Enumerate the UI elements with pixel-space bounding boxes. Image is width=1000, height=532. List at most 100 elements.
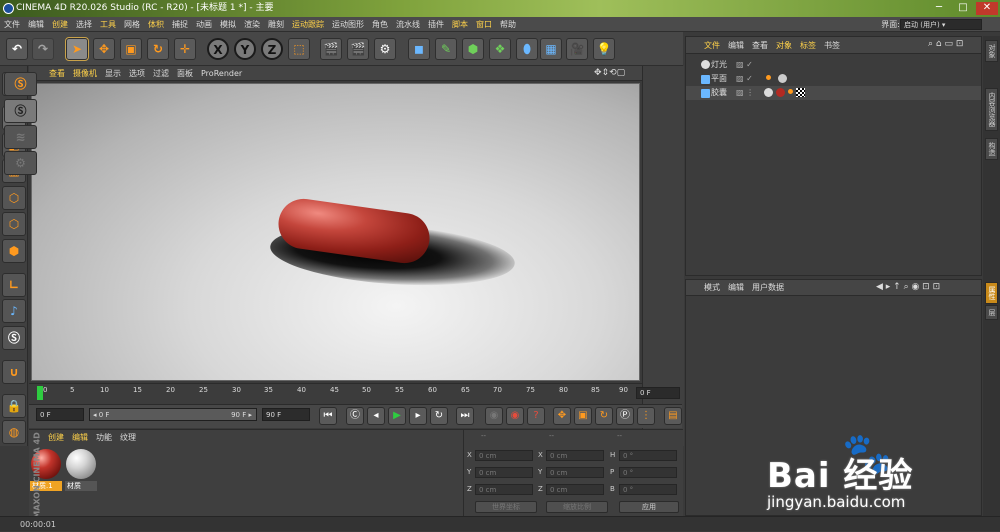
menu-create[interactable]: 创建 — [48, 17, 72, 32]
render-picture-viewer-icon[interactable]: 🎬 — [347, 38, 369, 60]
previous-frame-icon[interactable]: ◂ — [367, 407, 385, 425]
object-row-plane[interactable]: 平面 ▨ ✓ — [686, 72, 981, 86]
light-bulb-icon[interactable]: 💡 — [593, 38, 615, 60]
menu-snap[interactable]: 捕捉 — [168, 17, 192, 32]
key-point-level-icon[interactable]: ⋮ — [637, 407, 655, 425]
menu-help[interactable]: 帮助 — [496, 17, 520, 32]
rotation-b-field[interactable]: 0 ° — [619, 484, 677, 495]
menu-render[interactable]: 渲染 — [240, 17, 264, 32]
tab-content-browser[interactable]: 内容浏览器 — [985, 88, 998, 131]
key-parameter-icon[interactable]: Ⓟ — [616, 407, 634, 425]
polygons-mode-icon[interactable]: ⬢ — [2, 239, 26, 263]
size-y-field[interactable]: 0 cm — [546, 467, 604, 478]
selection-solo-icon[interactable]: ⚙ — [4, 151, 37, 175]
coordinate-system-icon[interactable]: ⬚ — [288, 38, 310, 60]
material-menu-edit[interactable]: 编辑 — [68, 431, 92, 444]
floor-icon[interactable]: ▦ — [540, 38, 562, 60]
key-scale-icon[interactable]: ▣ — [574, 407, 592, 425]
start-frame-field[interactable]: 0 F — [36, 408, 84, 421]
go-to-end-icon[interactable]: ⏭ — [456, 407, 474, 425]
material-tag-icon[interactable] — [776, 88, 785, 97]
apply-button[interactable]: 应用 — [619, 501, 679, 513]
objects-menu-tags[interactable]: 标签 — [796, 37, 820, 54]
solo-off-icon[interactable]: ≋ — [4, 125, 37, 149]
material-label[interactable]: 材质 — [65, 481, 97, 491]
layout-select[interactable]: 启动 (用户) ▾ — [900, 19, 982, 30]
objects-menu-view[interactable]: 查看 — [748, 37, 772, 54]
menu-simulate[interactable]: 模拟 — [216, 17, 240, 32]
current-frame-field[interactable]: 0 F — [636, 387, 680, 399]
material-tag-icon[interactable] — [764, 88, 773, 97]
viewport-menu-display[interactable]: 显示 — [101, 66, 125, 81]
tab-objects[interactable]: 对象 — [985, 40, 998, 62]
previous-key-icon[interactable]: Ⓒ — [346, 407, 364, 425]
viewport-menu-camera[interactable]: 摄像机 — [69, 66, 101, 81]
keyframe-selection-icon[interactable]: ? — [527, 407, 545, 425]
size-x-field[interactable]: 0 cm — [546, 450, 604, 461]
tab-layers[interactable]: 层 — [985, 305, 998, 320]
attribute-nav-icons[interactable]: ◀ ▸ ↑ ⌕ ◉ ⊡ ⊡ — [876, 282, 940, 292]
deformer-icon[interactable]: ⬮ — [516, 38, 538, 60]
recent-tool-icon[interactable]: ✛ — [174, 38, 196, 60]
undo-button[interactable]: ↶ — [6, 38, 28, 60]
minimize-button[interactable]: ─ — [928, 2, 950, 15]
size-z-field[interactable]: 0 cm — [546, 484, 604, 495]
visibility-toggle-icon[interactable]: ▨ ✓ — [736, 72, 753, 86]
rotation-h-field[interactable]: 0 ° — [619, 450, 677, 461]
menu-mograph[interactable]: 运动图形 — [328, 17, 368, 32]
edges-mode-icon[interactable]: ⬡ — [2, 212, 26, 236]
record-keys-icon[interactable]: ◉ — [485, 407, 503, 425]
snap-magnet-icon[interactable]: ∪ — [2, 360, 26, 384]
cube-object-icon[interactable]: ◼ — [408, 38, 430, 60]
scale-tool-icon[interactable]: ▣ — [120, 38, 142, 60]
attr-menu-user-data[interactable]: 用户数据 — [748, 280, 788, 296]
menu-plugins[interactable]: 插件 — [424, 17, 448, 32]
object-row-capsule[interactable]: 胶囊 ▨ ⋮ — [686, 86, 981, 100]
object-name[interactable]: 灯光 — [711, 58, 727, 72]
array-icon[interactable]: ❖ — [489, 38, 511, 60]
next-key-icon[interactable]: ↻ — [430, 407, 448, 425]
menu-tools[interactable]: 工具 — [96, 17, 120, 32]
solo-object-icon[interactable]: Ⓢ — [4, 72, 37, 96]
menu-script[interactable]: 脚本 — [448, 17, 472, 32]
axis-mode-icon[interactable]: ∟ — [2, 273, 26, 297]
menu-file[interactable]: 文件 — [0, 17, 24, 32]
solo-mode-icon[interactable]: Ⓢ — [2, 326, 26, 350]
object-manager-tools-icon[interactable]: ⌕ ⌂ ▭ ⊡ — [928, 39, 963, 49]
visibility-toggle-icon[interactable]: ▨ ✓ — [736, 58, 753, 72]
tab-structure[interactable]: 构造 — [985, 138, 998, 160]
camera-icon[interactable]: 🎥 — [566, 38, 588, 60]
next-frame-icon[interactable]: ▸ — [409, 407, 427, 425]
position-y-field[interactable]: 0 cm — [475, 467, 533, 478]
z-axis-lock-button[interactable]: Z — [261, 38, 283, 60]
material-menu-create[interactable]: 创建 — [44, 431, 68, 444]
close-button[interactable]: ✕ — [976, 2, 998, 15]
menu-mesh[interactable]: 网格 — [120, 17, 144, 32]
position-z-field[interactable]: 0 cm — [475, 484, 533, 495]
visibility-toggle-icon[interactable]: ▨ ⋮ — [736, 86, 754, 100]
menu-edit[interactable]: 编辑 — [24, 17, 48, 32]
points-mode-icon[interactable]: ⬡ — [2, 186, 26, 210]
render-view-icon[interactable]: 🎬 — [320, 38, 342, 60]
redo-button[interactable]: ↷ — [32, 38, 54, 60]
tab-attributes[interactable]: 属性 — [985, 282, 998, 304]
attr-menu-edit[interactable]: 编辑 — [724, 280, 748, 296]
select-arrow-icon[interactable]: ➤ — [65, 37, 89, 61]
menu-animate[interactable]: 动画 — [192, 17, 216, 32]
preview-range-slider[interactable]: ◂ 0 F 90 F ▸ — [89, 408, 257, 421]
viewport-menu-options[interactable]: 选项 — [125, 66, 149, 81]
subdivision-icon[interactable]: ⬢ — [462, 38, 484, 60]
solo-hierarchy-icon[interactable]: Ⓢ — [4, 99, 37, 123]
move-tool-icon[interactable]: ✥ — [93, 38, 115, 60]
rotation-p-field[interactable]: 0 ° — [619, 467, 677, 478]
objects-menu-edit[interactable]: 编辑 — [724, 37, 748, 54]
object-name[interactable]: 平面 — [711, 72, 727, 86]
objects-menu-objects[interactable]: 对象 — [772, 37, 796, 54]
pen-spline-icon[interactable]: ✎ — [435, 38, 457, 60]
key-rotation-icon[interactable]: ↻ — [595, 407, 613, 425]
phong-tag-icon[interactable] — [788, 89, 793, 94]
objects-menu-bookmarks[interactable]: 书签 — [820, 37, 844, 54]
position-x-field[interactable]: 0 cm — [475, 450, 533, 461]
y-axis-lock-button[interactable]: Y — [234, 38, 256, 60]
menu-window[interactable]: 窗口 — [472, 17, 496, 32]
